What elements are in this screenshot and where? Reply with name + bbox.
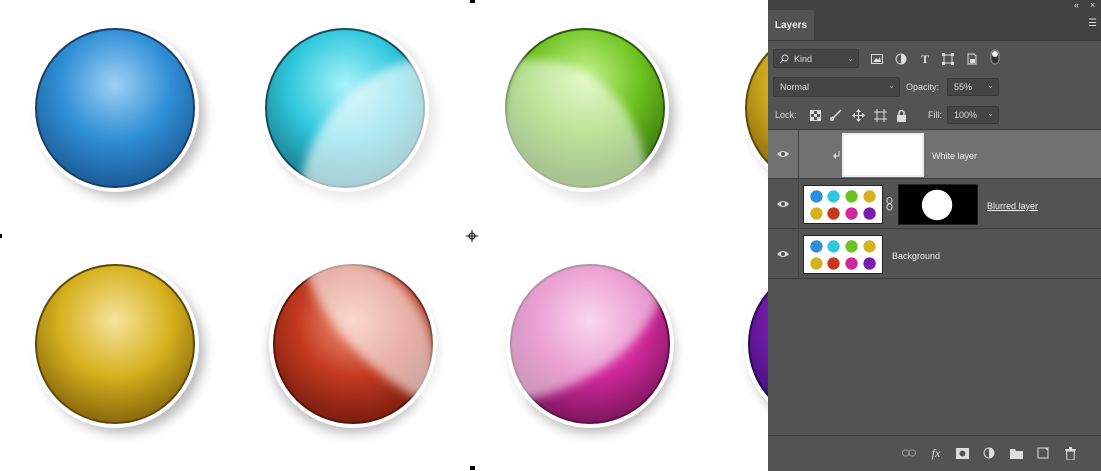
add-mask-icon[interactable] — [955, 446, 969, 460]
lock-artboard-icon[interactable] — [873, 108, 887, 122]
new-group-icon[interactable] — [1009, 446, 1023, 460]
fill-value: 100% — [954, 110, 978, 120]
sphere-yellow-partial — [741, 46, 768, 170]
new-layer-icon[interactable] — [1036, 446, 1050, 460]
chevron-down-icon: ⌄ — [888, 81, 895, 90]
lock-all-icon[interactable] — [894, 108, 908, 122]
delete-icon[interactable] — [1063, 446, 1077, 460]
image-filter-icon[interactable] — [870, 52, 884, 66]
eye-icon[interactable] — [776, 148, 790, 160]
eye-icon[interactable] — [776, 198, 790, 210]
adjustment-layer-icon[interactable] — [982, 446, 996, 460]
layers-bottom-toolbar: fx — [768, 435, 1101, 471]
lock-position-icon[interactable] — [851, 108, 865, 122]
adjustment-filter-icon[interactable] — [894, 52, 908, 66]
canvas-artwork — [0, 0, 768, 470]
link-layers-icon[interactable] — [902, 446, 916, 460]
document-canvas[interactable] — [0, 0, 768, 470]
smart-object-filter-icon[interactable] — [965, 52, 979, 66]
layer-thumbnail[interactable] — [842, 133, 924, 177]
blend-mode-select[interactable]: Normal ⌄ — [773, 77, 900, 97]
blend-mode-value: Normal — [780, 82, 810, 92]
eye-icon[interactable] — [776, 248, 790, 260]
type-filter-icon[interactable]: T — [918, 52, 932, 66]
clipping-mask-arrow-icon — [833, 151, 840, 159]
layers-panel: « × Layers ☰ Kind ⌄ T Normal ⌄ Opacity: … — [768, 0, 1101, 471]
lock-row: Lock: Fill: 100% ⌄ — [768, 105, 1101, 127]
fx-icon[interactable]: fx — [929, 446, 943, 460]
blend-row: Normal ⌄ Opacity: 55% ⌄ — [768, 76, 1101, 98]
panel-tab-bar: Layers ☰ — [768, 10, 1101, 41]
shape-filter-icon[interactable] — [941, 52, 955, 66]
sphere-gold — [31, 260, 199, 428]
chain-link-icon[interactable] — [886, 197, 893, 211]
tab-layers[interactable]: Layers — [768, 10, 814, 40]
chevron-down-icon: ⌄ — [847, 54, 854, 63]
filter-toggle-icon[interactable] — [988, 49, 1002, 65]
lock-image-pixels-icon[interactable] — [829, 108, 843, 122]
layer-thumbnail[interactable] — [803, 185, 883, 224]
panel-header-strip: « × — [768, 0, 1101, 10]
double-chevron-left-icon[interactable]: « — [1074, 0, 1079, 10]
chevron-down-icon[interactable]: ⌄ — [987, 107, 994, 121]
fill-input[interactable]: 100% ⌄ — [947, 106, 999, 124]
close-icon[interactable]: × — [1090, 0, 1095, 10]
hamburger-menu-icon[interactable]: ☰ — [1088, 19, 1097, 29]
sphere-blue — [31, 24, 199, 192]
opacity-value: 55% — [954, 82, 973, 92]
filter-kind-label: Kind — [794, 54, 813, 64]
layer-name[interactable]: White layer — [932, 151, 977, 161]
chevron-down-icon[interactable]: ⌄ — [987, 79, 994, 93]
search-icon — [779, 54, 789, 64]
lock-transparent-pixels-icon[interactable] — [808, 108, 822, 122]
layer-name[interactable]: Blurred layer — [987, 201, 1038, 211]
layer-mask-thumbnail[interactable] — [898, 184, 978, 225]
filter-kind-select[interactable]: Kind ⌄ — [773, 49, 859, 68]
filter-row: Kind ⌄ T — [768, 47, 1101, 69]
layer-thumbnail[interactable] — [803, 235, 883, 274]
sphere-purple-partial — [744, 285, 768, 403]
layer-row-blurred-layer[interactable]: Blurred layer — [768, 180, 1101, 229]
layer-name[interactable]: Background — [892, 251, 940, 261]
lock-label: Lock: — [775, 110, 797, 120]
opacity-label: Opacity: — [906, 82, 940, 92]
opacity-input[interactable]: 55% ⌄ — [947, 78, 999, 96]
layer-row-white-layer[interactable]: White layer — [768, 130, 1101, 179]
fill-label: Fill: — [928, 110, 942, 120]
layer-row-background[interactable]: Background — [768, 230, 1101, 279]
transform-center-icon — [466, 230, 478, 242]
